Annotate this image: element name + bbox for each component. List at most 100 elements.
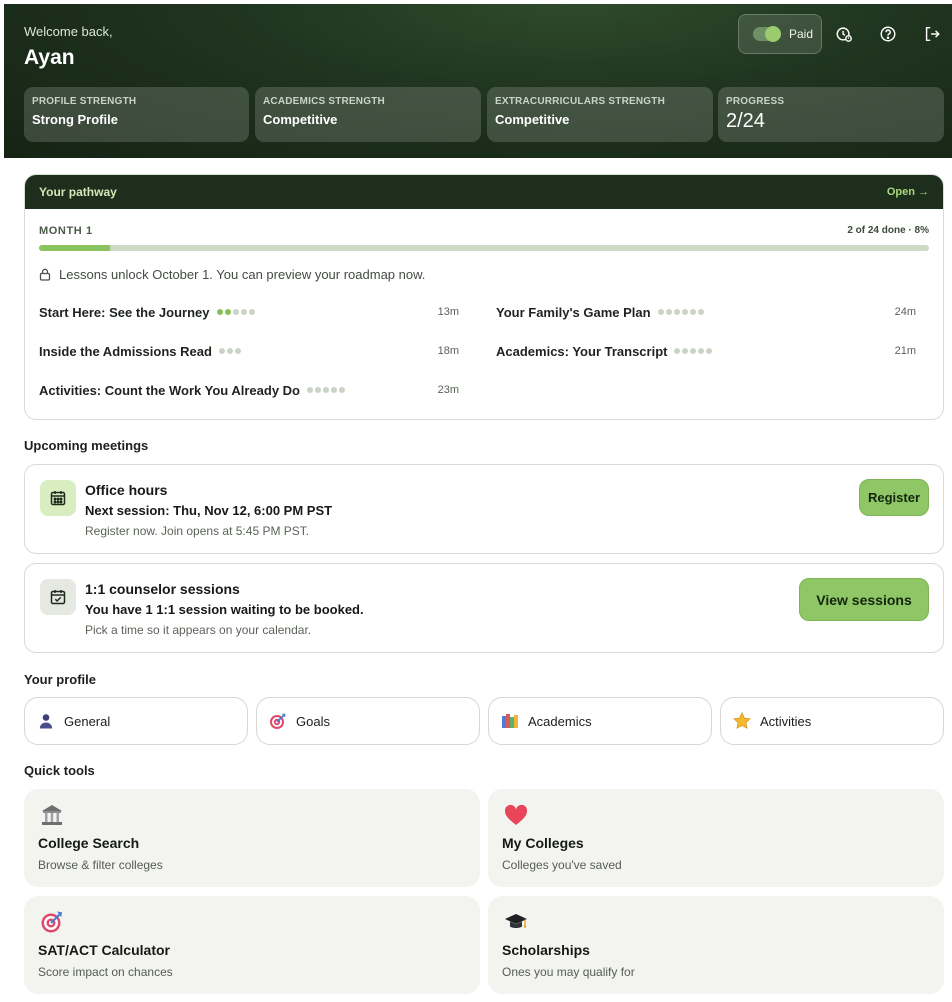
tool-title: My Colleges xyxy=(502,835,584,851)
tool-title: College Search xyxy=(38,835,140,851)
lesson-progress-dots xyxy=(218,348,241,354)
progress-dot xyxy=(248,309,255,315)
lesson-title: Your Family's Game Plan xyxy=(496,304,651,320)
target-icon xyxy=(38,908,66,936)
lesson-progress-dots xyxy=(674,348,713,354)
month-label: MONTH 1 xyxy=(39,225,93,237)
tool-title: Scholarships xyxy=(502,942,590,958)
tool-title: SAT/ACT Calculator xyxy=(38,942,170,958)
progress-dot xyxy=(226,348,233,354)
meeting-note: Register now. Join opens at 5:45 PM PST. xyxy=(85,524,310,538)
register-button[interactable]: Register xyxy=(859,479,929,516)
lesson-item[interactable]: Inside the Admissions Read 18m xyxy=(39,342,459,360)
clock-notification-icon[interactable] xyxy=(834,24,854,44)
progress-dot xyxy=(240,309,247,315)
help-icon[interactable] xyxy=(878,24,898,44)
building-icon xyxy=(38,801,66,829)
toggle-switch[interactable] xyxy=(753,26,781,42)
counselor-sessions-card: 1:1 counselor sessions You have 1 1:1 se… xyxy=(24,563,944,653)
progress-dot xyxy=(315,387,321,393)
stat-progress: PROGRESS 2/24 xyxy=(718,87,944,142)
meeting-title: 1:1 counselor sessions xyxy=(85,581,240,597)
progress-dot xyxy=(234,348,241,354)
calendar-icon xyxy=(40,480,76,516)
pathway-title: Your pathway xyxy=(39,185,117,199)
pathway-open-link[interactable]: Open → xyxy=(887,186,929,198)
progress-dot xyxy=(673,309,680,315)
profile-card-activities[interactable]: Activities xyxy=(720,697,944,745)
progress-dot xyxy=(331,387,337,393)
progress-dot xyxy=(307,387,313,393)
calendar-check-icon xyxy=(40,579,76,615)
profile-card-label: Goals xyxy=(296,713,330,729)
user-name: Ayan xyxy=(24,46,75,69)
view-sessions-button[interactable]: View sessions xyxy=(799,578,929,621)
dashboard-header: Welcome back, Ayan Paid PROFILE STRENGTH… xyxy=(4,4,952,158)
month-progress-bar xyxy=(39,245,929,251)
pathway-header: Your pathway Open → xyxy=(25,175,943,209)
progress-dot xyxy=(665,309,672,315)
tools-section-title: Quick tools xyxy=(24,763,95,778)
progress-dot xyxy=(706,348,713,354)
books-icon xyxy=(501,712,519,730)
tool-scholarships[interactable]: Scholarships Ones you may qualify for xyxy=(488,896,944,994)
unlock-note: Lessons unlock October 1. You can previe… xyxy=(39,267,425,282)
lesson-title: Start Here: See the Journey xyxy=(39,304,210,320)
tool-subtitle: Ones you may qualify for xyxy=(502,965,635,979)
star-icon xyxy=(733,712,751,730)
progress-dot xyxy=(218,348,225,354)
lock-icon xyxy=(39,268,51,281)
target-icon xyxy=(269,712,287,730)
stat-value: Competitive xyxy=(263,112,338,127)
progress-dot xyxy=(674,348,681,354)
month-progress-text: 2 of 24 done · 8% xyxy=(847,225,929,236)
profile-card-general[interactable]: General xyxy=(24,697,248,745)
tool-subtitle: Browse & filter colleges xyxy=(38,858,163,872)
lesson-item[interactable]: Start Here: See the Journey 13m xyxy=(39,303,459,321)
lesson-progress-dots xyxy=(307,387,345,393)
lesson-duration: 13m xyxy=(437,306,459,318)
logout-icon[interactable] xyxy=(922,24,942,44)
lesson-progress-dots xyxy=(216,309,255,315)
stat-value: Strong Profile xyxy=(32,112,118,127)
progress-dot xyxy=(690,348,697,354)
tool-college-search[interactable]: College Search Browse & filter colleges xyxy=(24,789,480,887)
profile-card-academics[interactable]: Academics xyxy=(488,697,712,745)
tool-sat-act-calculator[interactable]: SAT/ACT Calculator Score impact on chanc… xyxy=(24,896,480,994)
plan-toggle-button[interactable]: Paid xyxy=(738,14,822,54)
lesson-item[interactable]: Your Family's Game Plan 24m xyxy=(496,303,916,321)
stat-profile-strength: PROFILE STRENGTH Strong Profile xyxy=(24,87,249,142)
lesson-title: Activities: Count the Work You Already D… xyxy=(39,382,300,398)
progress-dot xyxy=(232,309,239,315)
progress-dot xyxy=(697,309,704,315)
progress-dot xyxy=(216,309,223,315)
stat-label: PROFILE STRENGTH xyxy=(32,96,137,107)
profile-card-goals[interactable]: Goals xyxy=(256,697,480,745)
person-icon xyxy=(37,712,55,730)
heart-icon xyxy=(502,801,530,829)
stat-academics-strength: ACADEMICS STRENGTH Competitive xyxy=(255,87,481,142)
stat-label: ACADEMICS STRENGTH xyxy=(263,96,385,107)
unlock-note-text: Lessons unlock October 1. You can previe… xyxy=(59,267,426,282)
stat-label: PROGRESS xyxy=(726,96,785,107)
profile-card-label: General xyxy=(64,713,111,729)
progress-dot xyxy=(339,387,345,393)
meeting-note: Pick a time so it appears on your calend… xyxy=(85,623,312,637)
welcome-text: Welcome back, xyxy=(24,24,113,39)
lesson-duration: 18m xyxy=(437,345,459,357)
graduation-cap-icon xyxy=(502,908,530,936)
meeting-title: Office hours xyxy=(85,482,168,498)
plan-label: Paid xyxy=(789,27,814,41)
tool-my-colleges[interactable]: My Colleges Colleges you've saved xyxy=(488,789,944,887)
profile-card-label: Activities xyxy=(760,713,812,729)
meetings-section-title: Upcoming meetings xyxy=(24,438,149,453)
office-hours-card: Office hours Next session: Thu, Nov 12, … xyxy=(24,464,944,554)
progress-dot xyxy=(681,309,688,315)
lesson-item[interactable]: Academics: Your Transcript 21m xyxy=(496,342,916,360)
pathway-card: Your pathway Open → MONTH 1 2 of 24 done… xyxy=(24,174,944,420)
lesson-duration: 23m xyxy=(437,384,459,396)
lesson-item[interactable]: Activities: Count the Work You Already D… xyxy=(39,381,459,399)
progress-dot xyxy=(689,309,696,315)
progress-dot xyxy=(682,348,689,354)
stat-extracurriculars-strength: EXTRACURRICULARS STRENGTH Competitive xyxy=(487,87,713,142)
